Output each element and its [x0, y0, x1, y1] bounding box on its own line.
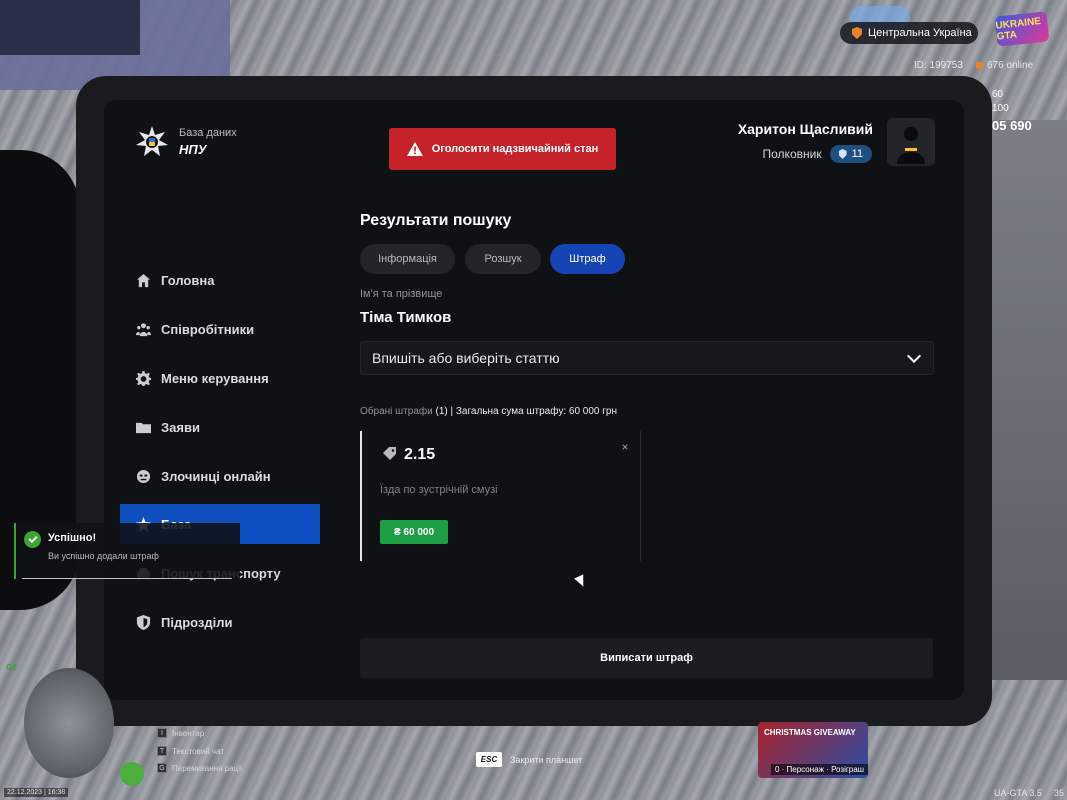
hint-radio: G Перемикання рації	[157, 763, 242, 773]
home-icon	[135, 272, 151, 288]
person-name: Тіма Тимков	[360, 309, 452, 326]
sidebar-item-applications[interactable]: Заяви	[120, 407, 320, 447]
hud-stats: 60 100	[992, 88, 1009, 116]
tab-fine[interactable]: Штраф	[550, 244, 625, 274]
remove-fine-button[interactable]: ×	[618, 440, 632, 454]
datetime: 22.12.2023 | 16:38	[4, 788, 69, 797]
minimap	[24, 668, 114, 778]
brand-title: НПУ	[179, 142, 207, 157]
sidebar-item-control-menu[interactable]: Меню керування	[120, 358, 320, 398]
article-select-placeholder: Впишіть або виберіть статтю	[372, 350, 560, 366]
user-rank-label: Полковник	[762, 147, 822, 161]
sidebar-item-label: Заяви	[161, 419, 200, 435]
promo-caption: 0 · Персонаж · Розіграш	[771, 764, 869, 775]
hint-inventory: I Інвентар	[157, 728, 204, 738]
fines-summary: Обрані штрафи (1) | Загальна сума штрафу…	[360, 406, 617, 417]
toast-title: Успішно!	[48, 532, 97, 544]
online-count: 676 online	[976, 60, 1033, 71]
online-label: 676 online	[987, 60, 1034, 71]
shield-icon	[135, 614, 151, 630]
summary-count: (1)	[435, 406, 448, 417]
server-logo: UKRAINE GTA	[994, 11, 1050, 47]
page-title: Результати пошуку	[360, 212, 512, 229]
hint-label: Перемикання рації	[172, 763, 243, 773]
summary-total: Загальна сума штрафу: 60 000 грн	[455, 406, 617, 417]
brand-subtitle: База даних	[179, 127, 237, 139]
hint-chat: T Текстовий чат	[157, 746, 224, 756]
gear-icon	[135, 370, 151, 386]
officer-avatar-icon	[887, 118, 935, 166]
folder-icon	[135, 419, 151, 435]
sidebar-item-criminals-online[interactable]: Злочинці онлайн	[120, 456, 320, 496]
name-label: Ім'я та прізвище	[360, 288, 443, 300]
police-star-icon	[135, 125, 169, 159]
declare-emergency-label: Оголосити надзвичайний стан	[431, 143, 599, 155]
fine-code: 2.15	[404, 446, 436, 463]
toast-text: Ви успішно додали штраф	[48, 551, 159, 561]
user-name: Харитон Щасливий	[737, 121, 873, 137]
article-select[interactable]: Впишіть або виберіть статтю	[360, 341, 934, 375]
chevron-down-icon	[906, 348, 922, 364]
hint-label: Інвентар	[172, 728, 205, 738]
toast-progress	[22, 578, 232, 579]
rank-shield-icon	[838, 149, 847, 159]
avatar[interactable]	[887, 118, 935, 166]
tab-wanted[interactable]: Розшук	[465, 244, 541, 274]
hint-key: I	[157, 728, 167, 738]
game-version-extra: 35	[1054, 788, 1065, 798]
esc-key: ESC	[476, 752, 502, 767]
criminal-icon	[135, 468, 151, 484]
hint-key: G	[157, 763, 167, 773]
server-shield-icon	[852, 27, 862, 39]
online-icon	[976, 62, 983, 69]
player-id: ID: 199753	[914, 60, 963, 71]
microphone-icon	[120, 762, 144, 786]
brand: База даних НПУ	[135, 125, 237, 159]
close-tablet-label: Закрити планшет	[510, 754, 583, 765]
rank-badge: 11	[829, 145, 872, 163]
users-icon	[135, 321, 151, 337]
sidebar-item-employees[interactable]: Співробітники	[120, 309, 320, 349]
issue-fine-button[interactable]: Виписати штраф	[360, 638, 933, 678]
game-version: UA-GTA 3.5	[994, 788, 1042, 798]
server-name: Центральна Україна	[868, 27, 972, 39]
tab-information[interactable]: Інформація	[360, 244, 455, 274]
server-pill: Центральна Україна	[840, 22, 978, 44]
sidebar-item-home[interactable]: Головна	[120, 260, 320, 300]
background-scene-shadow	[0, 0, 140, 55]
sidebar-item-label: Головна	[161, 272, 215, 288]
hint-key: T	[157, 746, 167, 756]
summary-prefix: Обрані штрафи	[360, 406, 433, 417]
tag-icon	[383, 447, 396, 460]
fine-amount: ₴ 60 000	[380, 520, 448, 544]
summary-separator: |	[450, 406, 454, 417]
sidebar-item-label: Злочинці онлайн	[161, 468, 271, 484]
hud-money: 05 690	[992, 118, 1032, 133]
sidebar-item-label: Підрозділи	[161, 614, 233, 630]
hud-stat-health: 60	[992, 89, 1004, 100]
sidebar-item-departments[interactable]: Підрозділи	[120, 602, 320, 642]
close-tablet-hint[interactable]: ESC Закрити планшет	[476, 752, 582, 767]
sidebar-item-label: Меню керування	[161, 370, 269, 386]
hint-label: Текстовий чат	[172, 746, 225, 756]
hud-stat-armor: 100	[992, 103, 1009, 114]
check-icon	[24, 531, 41, 548]
fine-description: Їзда по зустрічній смузі	[380, 484, 498, 496]
hud-g2: G2	[6, 663, 17, 672]
warning-icon	[406, 142, 423, 156]
declare-emergency-button[interactable]: Оголосити надзвичайний стан	[389, 128, 616, 170]
sidebar-item-label: Співробітники	[161, 321, 255, 337]
user-rank: Полковник 11	[740, 145, 872, 163]
rank-level: 11	[851, 148, 863, 160]
